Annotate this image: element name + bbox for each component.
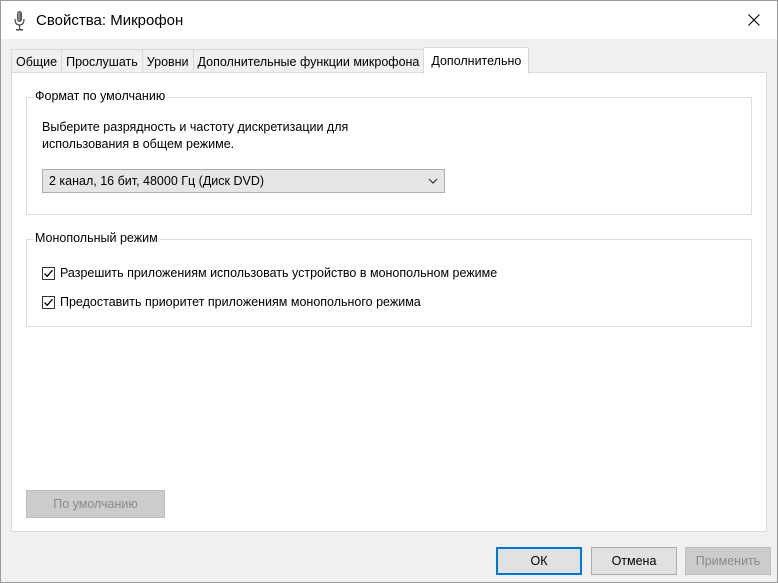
tab-general[interactable]: Общие — [11, 49, 63, 73]
tab-enhancements[interactable]: Дополнительные функции микрофона — [192, 49, 425, 73]
advanced-tab-panel: Формат по умолчанию Выберите разрядность… — [11, 72, 767, 532]
exclusive-mode-group: Монопольный режим Разрешить приложениям … — [26, 231, 752, 327]
close-icon — [748, 14, 760, 26]
exclusive-mode-title: Монопольный режим — [33, 231, 160, 245]
default-format-title: Формат по умолчанию — [33, 89, 168, 103]
format-select[interactable]: 2 канал, 16 бит, 48000 Гц (Диск DVD) — [42, 169, 445, 193]
checkmark-icon — [44, 269, 53, 277]
tab-levels[interactable]: Уровни — [141, 49, 194, 73]
description-line-2: использования в общем режиме. — [42, 137, 235, 151]
format-select-value: 2 канал, 16 бит, 48000 Гц (Диск DVD) — [49, 174, 265, 188]
properties-dialog: Свойства: Микрофон Общие Прослушать Уров… — [0, 0, 778, 583]
allow-exclusive-checkbox[interactable] — [42, 266, 55, 280]
restore-defaults-button[interactable]: По умолчанию — [26, 490, 165, 518]
allow-exclusive-label: Разрешить приложениям использовать устро… — [60, 266, 498, 280]
apply-button[interactable]: Применить — [685, 547, 771, 575]
window-title: Свойства: Микрофон — [36, 12, 184, 29]
close-button[interactable] — [731, 1, 777, 39]
default-format-group: Формат по умолчанию Выберите разрядность… — [26, 89, 752, 215]
cancel-button[interactable]: Отмена — [591, 547, 677, 575]
exclusive-priority-label: Предоставить приоритет приложениям моноп… — [60, 295, 421, 309]
tab-strip: Общие Прослушать Уровни Дополнительные ф… — [11, 47, 530, 74]
title-bar: Свойства: Микрофон — [1, 1, 777, 39]
chevron-down-icon — [428, 178, 438, 184]
default-format-description: Выберите разрядность и частоту дискретиз… — [42, 119, 382, 153]
exclusive-priority-option[interactable]: Предоставить приоритет приложениям моноп… — [42, 295, 421, 309]
tab-advanced[interactable]: Дополнительно — [423, 47, 530, 74]
description-line-1: Выберите разрядность и частоту дискретиз… — [42, 120, 349, 134]
tab-listen[interactable]: Прослушать — [61, 49, 143, 73]
exclusive-priority-checkbox[interactable] — [42, 295, 55, 309]
microphone-icon — [13, 10, 27, 32]
checkmark-icon — [44, 298, 53, 306]
allow-exclusive-option[interactable]: Разрешить приложениям использовать устро… — [42, 266, 497, 280]
ok-button[interactable]: ОК — [496, 547, 582, 575]
